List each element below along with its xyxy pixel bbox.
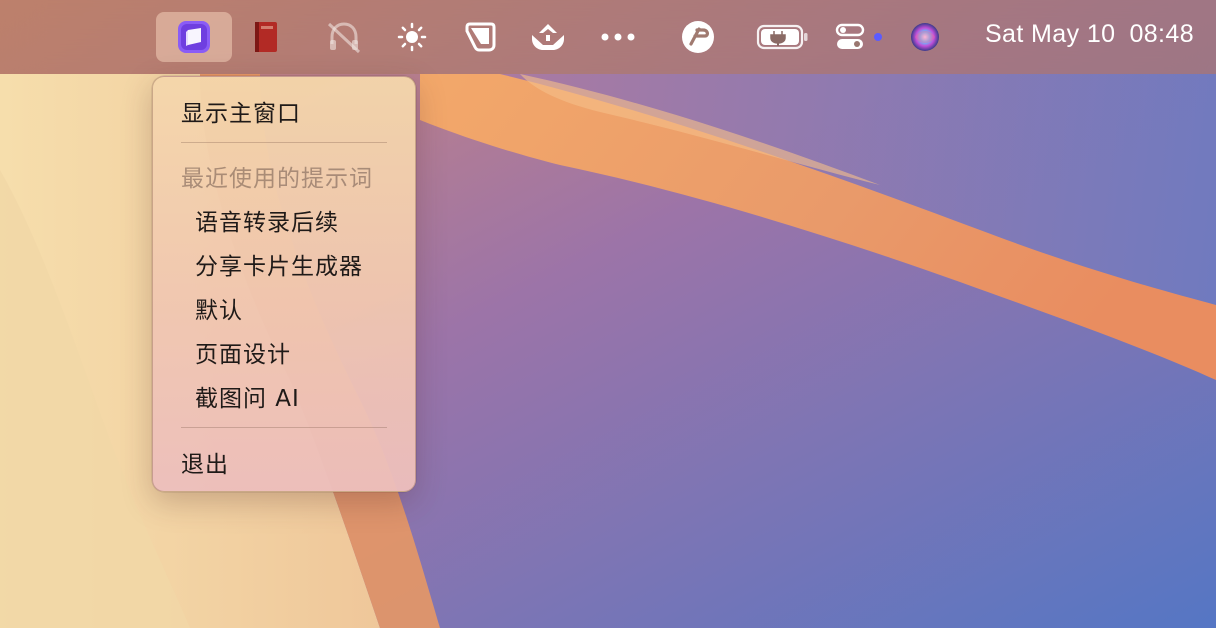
menu-separator bbox=[181, 142, 387, 143]
menu-separator bbox=[181, 427, 387, 428]
app-dropdown-menu: 显示主窗口 最近使用的提示词 语音转录后续 分享卡片生成器 默认 页面设计 截图… bbox=[152, 76, 416, 492]
more-icon[interactable] bbox=[596, 12, 640, 62]
clock-date: Sat May 10 bbox=[984, 20, 1116, 48]
remote-desktop-icon[interactable] bbox=[678, 12, 718, 62]
menu-item-recent-prompt[interactable]: 默认 bbox=[153, 288, 415, 328]
menu-item-recent-prompt[interactable]: 截图问 AI bbox=[153, 376, 415, 416]
menu-bar: Sat May 10 08:48 bbox=[0, 0, 1216, 74]
notification-dot bbox=[870, 12, 886, 62]
inbox-tray-icon[interactable] bbox=[526, 12, 570, 62]
headphones-off-icon[interactable] bbox=[322, 12, 366, 62]
menu-item-recent-prompt[interactable]: 页面设计 bbox=[153, 332, 415, 372]
screenshot-icon[interactable] bbox=[460, 12, 500, 62]
book-icon[interactable] bbox=[246, 12, 286, 62]
menu-bar-clock[interactable]: Sat May 10 08:48 bbox=[985, 20, 1194, 49]
prompt-app-icon[interactable] bbox=[156, 12, 232, 62]
menu-item-show-main-window[interactable]: 显示主窗口 bbox=[153, 91, 415, 131]
brightness-icon[interactable] bbox=[394, 12, 430, 62]
battery-charging-icon[interactable] bbox=[754, 12, 812, 62]
siri-icon[interactable] bbox=[906, 12, 944, 62]
menu-item-quit[interactable]: 退出 bbox=[153, 442, 415, 482]
menu-item-recent-prompt[interactable]: 分享卡片生成器 bbox=[153, 244, 415, 284]
menu-item-recent-prompt[interactable]: 语音转录后续 bbox=[153, 200, 415, 240]
control-center-icon[interactable] bbox=[832, 12, 868, 62]
recent-prompts-header: 最近使用的提示词 bbox=[181, 166, 373, 192]
clock-time: 08:48 bbox=[1129, 20, 1194, 48]
